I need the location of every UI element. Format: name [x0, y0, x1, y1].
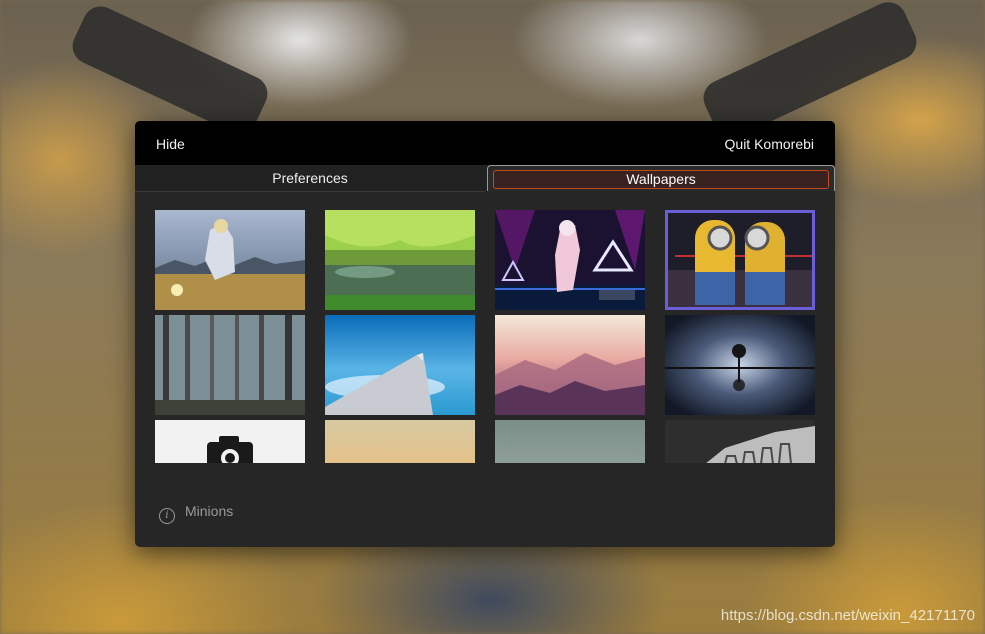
hide-button[interactable]: Hide: [156, 136, 185, 152]
watermark: https://blog.csdn.net/weixin_42171170: [720, 607, 975, 624]
wallpaper-thumb[interactable]: [495, 315, 645, 415]
wallpaper-preview: [325, 210, 475, 310]
wallpaper-thumb[interactable]: [155, 315, 305, 415]
wallpaper-thumb[interactable]: [325, 420, 475, 463]
wallpaper-preview: [155, 210, 305, 310]
title-bar: Hide Quit Komorebi: [135, 121, 835, 165]
wallpaper-preview: [325, 420, 475, 463]
wallpaper-thumb[interactable]: [325, 315, 475, 415]
tab-preferences[interactable]: Preferences: [135, 165, 485, 192]
wallpaper-preview: [665, 210, 815, 310]
komorebi-window: Hide Quit Komorebi Preferences Wallpaper…: [135, 121, 835, 547]
wallpaper-preview: [155, 315, 305, 415]
wallpaper-thumb[interactable]: [665, 420, 815, 463]
info-bar: i Minions: [159, 503, 233, 524]
wallpaper-thumb[interactable]: [325, 210, 475, 310]
wallpaper-thumb[interactable]: [155, 420, 305, 463]
quit-button[interactable]: Quit Komorebi: [725, 136, 814, 152]
wallpaper-preview: [495, 210, 645, 310]
tab-wallpapers-label: Wallpapers: [493, 170, 829, 189]
wallpaper-preview: [495, 420, 645, 463]
wallpaper-thumb[interactable]: [665, 315, 815, 415]
wallpaper-thumb-selected[interactable]: [665, 210, 815, 310]
wallpaper-preview: [325, 315, 475, 415]
tab-bar: Preferences Wallpapers: [135, 165, 835, 192]
wallpaper-preview: [665, 420, 815, 463]
selected-wallpaper-name: Minions: [185, 503, 234, 519]
wallpaper-grid: [155, 210, 815, 463]
wallpaper-thumb[interactable]: [495, 420, 645, 463]
wallpaper-preview: [665, 315, 815, 415]
wallpaper-thumb[interactable]: [495, 210, 645, 310]
wallpaper-preview: [155, 420, 305, 463]
wallpaper-thumb[interactable]: [155, 210, 305, 310]
wallpaper-preview: [495, 315, 645, 415]
info-icon: i: [159, 508, 175, 524]
tab-wallpapers[interactable]: Wallpapers: [487, 165, 835, 191]
